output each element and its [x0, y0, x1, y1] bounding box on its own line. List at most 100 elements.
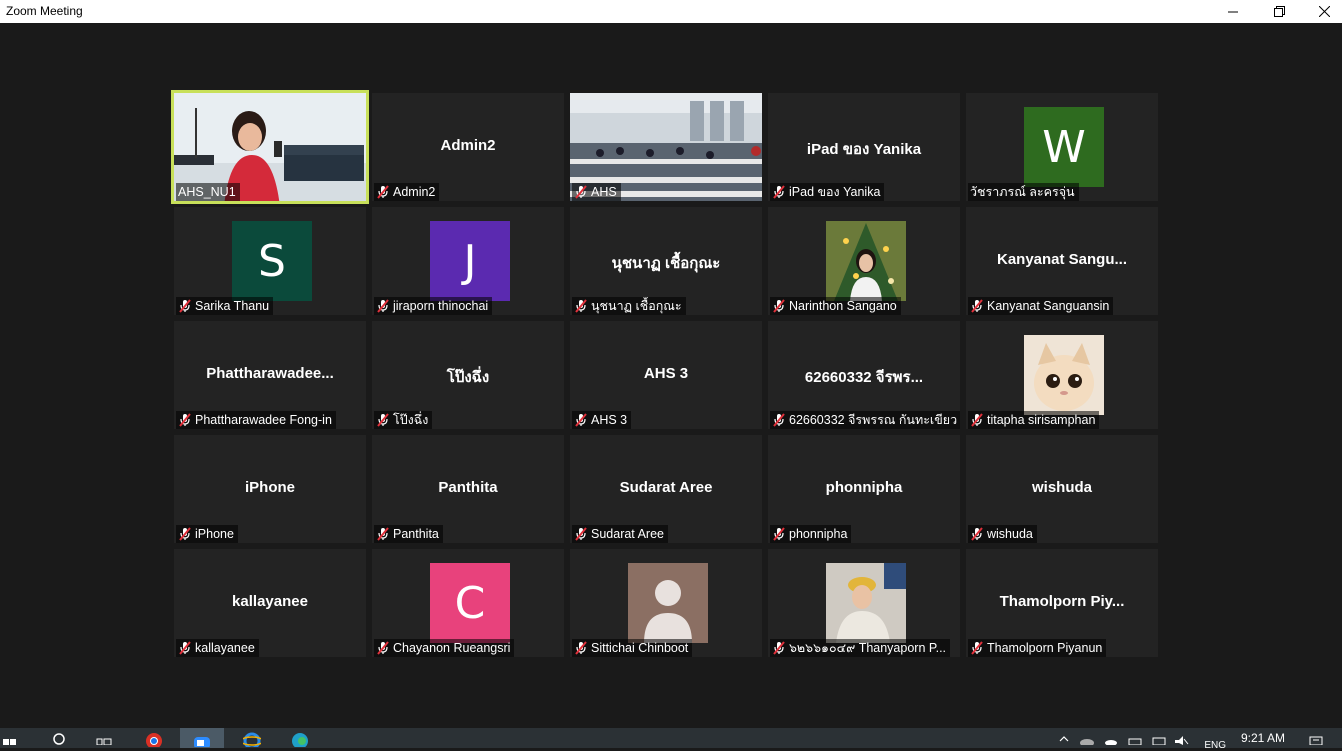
muted-mic-icon [377, 641, 389, 655]
participant-avatar: W [1024, 107, 1104, 187]
participant-tile[interactable]: kallayanee kallayanee [174, 549, 366, 657]
participant-display-name: นุชนาฏ เชื้อกุณะ [611, 255, 721, 272]
volume-muted-icon [1175, 736, 1189, 745]
participant-tile[interactable]: โป๊งฉึ่ง โป๊งฉึ่ง [372, 321, 564, 429]
participant-tile[interactable]: titapha sirisamphan [966, 321, 1158, 429]
restore-icon [1273, 6, 1285, 17]
participant-name-label: Thamolporn Piyanun [968, 639, 1107, 657]
input-language[interactable]: ENG [1204, 740, 1226, 751]
muted-mic-icon [971, 641, 983, 655]
profile-photo [826, 221, 906, 301]
participant-avatar: C [430, 563, 510, 643]
muted-mic-icon [575, 641, 587, 655]
muted-mic-icon [575, 413, 587, 427]
participant-tile[interactable]: iPhone iPhone [174, 435, 366, 543]
notifications-icon [1309, 736, 1323, 745]
participant-tile[interactable]: AHS [570, 93, 762, 201]
restore-button[interactable] [1256, 0, 1302, 23]
participant-display-name: iPhone [244, 479, 295, 496]
participant-tile[interactable]: ๖๒๖๖๑๐๔๙ Thanyaporn P... [768, 549, 960, 657]
participant-tile[interactable]: W วัชราภรณ์ ละครจุ่น [966, 93, 1158, 201]
participant-tile[interactable]: AHS_NU1 [171, 90, 369, 204]
participant-name-label: kallayanee [176, 639, 259, 657]
muted-mic-icon [575, 527, 587, 541]
volume-button[interactable] [1172, 728, 1190, 748]
participant-tile[interactable]: นุชนาฏ เชื้อกุณะ นุชนาฏ เชื้อกุณะ [570, 207, 762, 315]
participant-tile[interactable]: Thamolporn Piy... Thamolporn Piyanun [966, 549, 1158, 657]
taskbar-edge[interactable] [282, 728, 318, 748]
participant-name-label: Sittichai Chinboot [572, 639, 693, 657]
windows-taskbar: ENG 9:21 AM [0, 728, 1342, 751]
muted-mic-icon [179, 299, 191, 313]
participant-display-name: AHS 3 [643, 365, 689, 382]
participant-tile[interactable]: phonnipha phonnipha [768, 435, 960, 543]
muted-mic-icon [971, 299, 983, 313]
onedrive-icon [1105, 740, 1117, 745]
participant-tile[interactable]: Admin2 Admin2 [372, 93, 564, 201]
participant-name-label: Admin2 [374, 183, 440, 201]
participant-tile[interactable]: J jiraporn thinochai [372, 207, 564, 315]
task-view-button[interactable] [90, 728, 118, 748]
participant-name-label: โป๊งฉึ่ง [374, 411, 433, 429]
participant-tile[interactable]: Sudarat Aree Sudarat Aree [570, 435, 762, 543]
participant-display-name: Kanyanat Sangu... [996, 251, 1128, 268]
battery-icon [1152, 737, 1166, 745]
notifications-button[interactable] [1304, 728, 1328, 748]
participant-name-label: AHS [572, 183, 621, 201]
show-hidden-icons-button[interactable] [1056, 728, 1072, 748]
participant-tile[interactable]: Narinthon Sangano [768, 207, 960, 315]
search-button[interactable] [44, 728, 72, 748]
minimize-button[interactable] [1210, 0, 1256, 23]
participant-tile[interactable]: C Chayanon Rueangsri [372, 549, 564, 657]
participant-display-name: phonnipha [825, 479, 903, 496]
participant-tile[interactable]: 62660332 จีรพร... 62660332 จีรพรรณ กันทะ… [768, 321, 960, 429]
participant-name-label: iPhone [176, 525, 238, 543]
participant-avatar: S [232, 221, 312, 301]
start-button[interactable] [0, 728, 20, 748]
participant-name-label: wishuda [968, 525, 1037, 543]
participant-name-label: Sudarat Aree [572, 525, 668, 543]
participant-tile[interactable]: wishuda wishuda [966, 435, 1158, 543]
taskbar-ie[interactable] [234, 728, 270, 748]
muted-mic-icon [971, 527, 983, 541]
tray-onedrive-button[interactable] [1102, 728, 1120, 748]
muted-mic-icon [377, 527, 389, 541]
task-view-icon [96, 738, 112, 745]
edge-icon [292, 733, 308, 747]
participant-name-label: วัชราภรณ์ ละครจุ่น [968, 183, 1079, 201]
close-button[interactable] [1301, 0, 1342, 23]
battery-button[interactable] [1150, 728, 1168, 748]
participant-display-name: Thamolporn Piy... [999, 593, 1125, 610]
muted-mic-icon [179, 641, 191, 655]
chrome-icon [146, 733, 162, 747]
participant-tile[interactable]: S Sarika Thanu [174, 207, 366, 315]
participant-display-name: Panthita [438, 479, 498, 496]
muted-mic-icon [575, 185, 587, 199]
participant-name-label: titapha sirisamphan [968, 411, 1100, 429]
participant-name-label: Chayanon Rueangsri [374, 639, 515, 657]
tray-app-button[interactable] [1078, 728, 1096, 748]
participant-tile[interactable]: iPad ของ Yanika iPad ของ Yanika [768, 93, 960, 201]
search-icon [53, 733, 65, 745]
participant-display-name: Phattharawadee... [206, 365, 334, 382]
muted-mic-icon [377, 185, 389, 199]
participant-tile[interactable]: Sittichai Chinboot [570, 549, 762, 657]
muted-mic-icon [377, 413, 389, 427]
participant-name-label: Panthita [374, 525, 443, 543]
profile-photo [826, 563, 906, 643]
taskbar-zoom[interactable] [180, 728, 224, 748]
participant-tile[interactable]: Panthita Panthita [372, 435, 564, 543]
taskbar-clock[interactable]: 9:21 AM [1241, 731, 1285, 745]
network-button[interactable] [1126, 728, 1144, 748]
participant-display-name: kallayanee [232, 593, 308, 610]
taskbar-chrome[interactable] [136, 728, 172, 748]
participant-display-name: iPad ของ Yanika [806, 141, 922, 158]
participant-name-label: Sarika Thanu [176, 297, 274, 315]
muted-mic-icon [179, 413, 191, 427]
participant-name-label: iPad ของ Yanika [770, 183, 885, 201]
internet-explorer-icon [243, 732, 261, 747]
participant-tile[interactable]: Phattharawadee... Phattharawadee Fong-in [174, 321, 366, 429]
participant-name-label: 62660332 จีรพรรณ กันทะเขียว [770, 411, 960, 429]
participant-tile[interactable]: AHS 3 AHS 3 [570, 321, 762, 429]
participant-tile[interactable]: Kanyanat Sangu... Kanyanat Sanguansin [966, 207, 1158, 315]
